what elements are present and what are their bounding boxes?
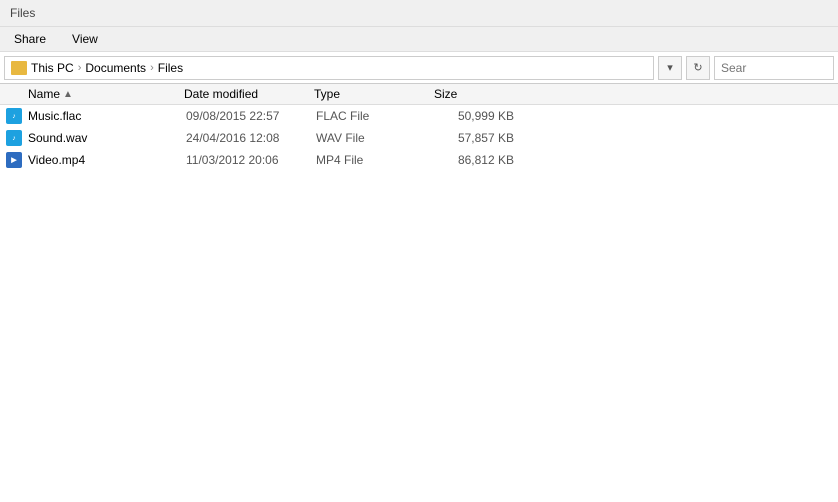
breadcrumb-folder[interactable]: Files [158,61,183,75]
table-row[interactable]: ♪ Music.flac09/08/2015 22:57FLAC File50,9… [0,105,838,127]
col-header-name[interactable]: Name ▲ [0,87,180,101]
col-header-type[interactable]: Type [310,87,430,101]
file-icon-mp4: ▶ [6,152,22,168]
sep1: › [78,62,82,74]
view-menu[interactable]: View [64,29,106,49]
dropdown-btn[interactable]: ▾ [658,56,682,80]
column-headers: Name ▲ Date modified Type Size [0,84,838,105]
table-row[interactable]: ▶ Video.mp411/03/2012 20:06MP4 File86,812… [0,149,838,171]
file-list: ♪ Music.flac09/08/2015 22:57FLAC File50,9… [0,105,838,171]
col-header-date[interactable]: Date modified [180,87,310,101]
file-date: 11/03/2012 20:06 [182,153,312,167]
menu-bar: Share View [0,27,838,52]
window-title: Files [10,6,35,20]
title-bar: Files [0,0,838,27]
address-bar: This PC › Documents › Files ▾ ↻ [0,52,838,84]
file-size: 86,812 KB [432,153,522,167]
folder-icon [11,61,27,75]
file-type: WAV File [312,131,432,145]
file-type: FLAC File [312,109,432,123]
file-icon-flac: ♪ [6,108,22,124]
refresh-btn[interactable]: ↻ [686,56,710,80]
file-size: 57,857 KB [432,131,522,145]
file-date: 09/08/2015 22:57 [182,109,312,123]
file-type: MP4 File [312,153,432,167]
file-date: 24/04/2016 12:08 [182,131,312,145]
breadcrumb-documents[interactable]: Documents [85,61,146,75]
col-header-size[interactable]: Size [430,87,520,101]
share-menu[interactable]: Share [6,29,54,49]
file-icon-wav: ♪ [6,130,22,146]
file-name: Video.mp4 [28,153,182,167]
file-size: 50,999 KB [432,109,522,123]
sort-icon: ▲ [63,89,73,100]
file-name: Music.flac [28,109,182,123]
search-input[interactable] [714,56,834,80]
sep2: › [150,62,154,74]
breadcrumb-this-pc[interactable]: This PC [31,61,74,75]
table-row[interactable]: ♪ Sound.wav24/04/2016 12:08WAV File57,857… [0,127,838,149]
address-path[interactable]: This PC › Documents › Files [4,56,654,80]
file-name: Sound.wav [28,131,182,145]
